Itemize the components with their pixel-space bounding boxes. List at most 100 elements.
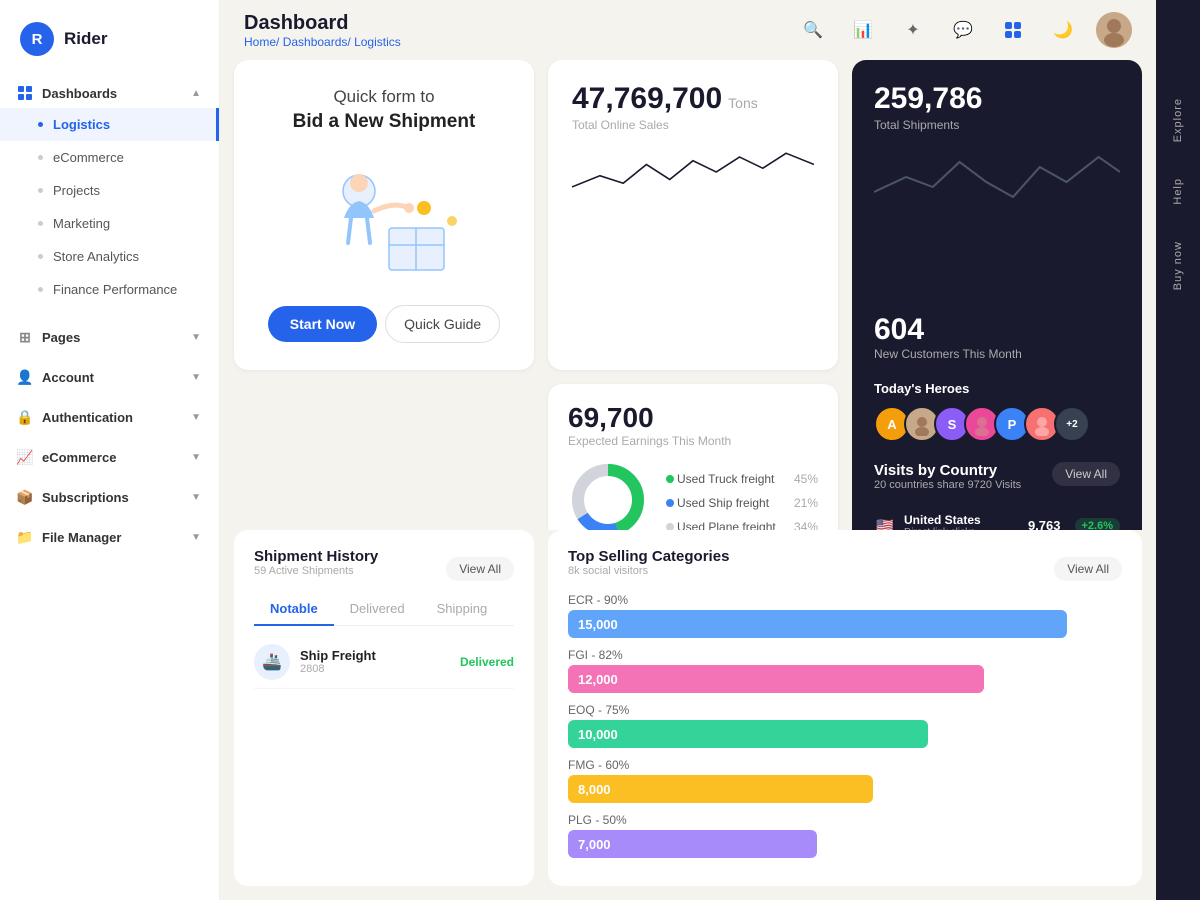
bar-label: FGI - 82% bbox=[568, 648, 1122, 662]
total-sales-label: Total Online Sales bbox=[572, 118, 814, 132]
avatar[interactable] bbox=[1096, 12, 1132, 48]
total-sales-card: 47,769,700 Tons Total Online Sales bbox=[548, 60, 838, 370]
sidebar-item-store-analytics[interactable]: Store Analytics bbox=[0, 240, 219, 273]
bar-track: 12,000 bbox=[568, 665, 984, 693]
chevron-down-icon4: ▼ bbox=[191, 452, 201, 463]
sidebar-item-logistics[interactable]: Logistics bbox=[0, 108, 219, 141]
side-panel: Explore Help Buy now bbox=[1156, 0, 1200, 900]
search-icon[interactable]: 🔍 bbox=[796, 13, 830, 47]
dashboards-category[interactable]: Dashboards ▲ bbox=[0, 74, 219, 108]
visits-header: Visits by Country 20 countries share 972… bbox=[874, 462, 1120, 503]
donut-chart bbox=[568, 460, 648, 530]
quick-form-title: Quick form to bbox=[333, 87, 434, 107]
ecom-category[interactable]: 📈 eCommerce ▼ bbox=[0, 438, 219, 472]
country-info: United States Direct link clicks bbox=[904, 513, 1020, 530]
logo-icon: R bbox=[20, 22, 54, 56]
side-panel-explore[interactable]: Explore bbox=[1156, 80, 1200, 160]
plane-label: Used Plane freight bbox=[677, 520, 776, 531]
country-change: +2.6% bbox=[1075, 518, 1121, 531]
sidebar-item-marketing[interactable]: Marketing bbox=[0, 207, 219, 240]
breadcrumb-current: Logistics bbox=[354, 35, 401, 49]
sidebar-item-projects[interactable]: Projects bbox=[0, 174, 219, 207]
ecom-section: 📈 eCommerce ▼ bbox=[0, 438, 219, 478]
tab-shipping[interactable]: Shipping bbox=[421, 593, 504, 626]
help-label: Help bbox=[1172, 178, 1184, 205]
sidebar: R Rider Dashboards ▲ Logistics eCommerce… bbox=[0, 0, 220, 900]
sidebar-item-finance[interactable]: Finance Performance bbox=[0, 273, 219, 306]
earnings-number: 69,700 bbox=[568, 402, 818, 434]
freight-section: Used Truck freight 45% Used Ship freight… bbox=[568, 460, 818, 530]
shipment-view-all[interactable]: View All bbox=[446, 557, 514, 581]
pages-label: Pages bbox=[42, 330, 80, 345]
auth-label: Authentication bbox=[42, 410, 133, 425]
selling-view-all[interactable]: View All bbox=[1054, 557, 1122, 581]
explore-label: Explore bbox=[1172, 98, 1184, 142]
sidebar-item-label: Marketing bbox=[53, 216, 110, 231]
bar-track: 15,000 bbox=[568, 610, 1067, 638]
bar-item: EOQ - 75% 10,000 bbox=[568, 703, 1122, 748]
pages-category[interactable]: ⊞ Pages ▼ bbox=[0, 318, 219, 352]
start-now-button[interactable]: Start Now bbox=[268, 306, 377, 342]
chart-icon[interactable]: 📊 bbox=[846, 13, 880, 47]
earnings-card: 69,700 Expected Earnings This Month Used bbox=[548, 384, 838, 530]
files-icon: 📁 bbox=[16, 528, 34, 546]
files-label: File Manager bbox=[42, 530, 121, 545]
sidebar-item-label: Finance Performance bbox=[53, 282, 177, 297]
auth-section: 🔒 Authentication ▼ bbox=[0, 398, 219, 438]
auth-category[interactable]: 🔒 Authentication ▼ bbox=[0, 398, 219, 432]
ship-status: Delivered bbox=[460, 655, 514, 669]
selling-header: Top Selling Categories 8k social visitor… bbox=[568, 548, 1122, 589]
buynow-label: Buy now bbox=[1172, 241, 1184, 290]
country-num: 9,763 bbox=[1028, 518, 1061, 530]
bar-item: PLG - 50% 7,000 bbox=[568, 813, 1122, 858]
visits-title: Visits by Country bbox=[874, 462, 1021, 479]
selling-subtitle: 8k social visitors bbox=[568, 565, 729, 577]
bars-list: ECR - 90% 15,000 FGI - 82% 12,000 EOQ - … bbox=[568, 593, 1122, 858]
dashboards-icon bbox=[16, 84, 34, 102]
settings-icon[interactable]: ✦ bbox=[896, 13, 930, 47]
bar-label: PLG - 50% bbox=[568, 813, 1122, 827]
bar-label: ECR - 90% bbox=[568, 593, 1122, 607]
chevron-down-icon2: ▼ bbox=[191, 372, 201, 383]
bar-item: FGI - 82% 12,000 bbox=[568, 648, 1122, 693]
quick-guide-button[interactable]: Quick Guide bbox=[385, 305, 500, 343]
logo-text: Rider bbox=[64, 29, 107, 49]
subs-label: Subscriptions bbox=[42, 490, 129, 505]
files-category[interactable]: 📁 File Manager ▼ bbox=[0, 518, 219, 552]
dashboards-section: Dashboards ▲ Logistics eCommerce Project… bbox=[0, 74, 219, 312]
bar-track: 10,000 bbox=[568, 720, 928, 748]
ship-info: Ship Freight 2808 bbox=[300, 648, 450, 675]
visits-view-all[interactable]: View All bbox=[1052, 462, 1120, 486]
ecom-icon: 📈 bbox=[16, 448, 34, 466]
heroes-avatars: A S P +2 bbox=[874, 406, 1120, 442]
country-row: 🇺🇸 United States Direct link clicks 9,76… bbox=[874, 507, 1120, 530]
quick-form-illustration bbox=[304, 153, 464, 283]
page-title: Dashboard bbox=[244, 12, 401, 35]
side-panel-buynow[interactable]: Buy now bbox=[1156, 223, 1200, 308]
avatar-more: +2 bbox=[1054, 406, 1090, 442]
total-sales-unit: Tons bbox=[728, 95, 758, 111]
quick-form-subtitle: Bid a New Shipment bbox=[293, 111, 476, 133]
grid-toggle[interactable] bbox=[996, 13, 1030, 47]
bar-track: 7,000 bbox=[568, 830, 817, 858]
bar-track: 8,000 bbox=[568, 775, 873, 803]
country-name: United States bbox=[904, 513, 1020, 527]
tab-delivered[interactable]: Delivered bbox=[334, 593, 421, 626]
sidebar-item-label: Store Analytics bbox=[53, 249, 139, 264]
pages-section: ⊞ Pages ▼ bbox=[0, 318, 219, 358]
ship-pct: 21% bbox=[794, 496, 818, 510]
topbar-right: 🔍 📊 ✦ 💬 🌙 bbox=[796, 12, 1132, 48]
tab-notable[interactable]: Notable bbox=[254, 593, 334, 626]
subs-category[interactable]: 📦 Subscriptions ▼ bbox=[0, 478, 219, 512]
bottom-row: Shipment History 59 Active Shipments Vie… bbox=[220, 530, 1156, 900]
shipment-subtitle: 59 Active Shipments bbox=[254, 565, 378, 577]
theme-toggle[interactable]: 🌙 bbox=[1046, 13, 1080, 47]
sidebar-item-ecommerce[interactable]: eCommerce bbox=[0, 141, 219, 174]
shipment-history-card: Shipment History 59 Active Shipments Vie… bbox=[234, 530, 534, 886]
account-category[interactable]: 👤 Account ▼ bbox=[0, 358, 219, 392]
side-panel-help[interactable]: Help bbox=[1156, 160, 1200, 223]
chevron-down-icon6: ▼ bbox=[191, 532, 201, 543]
messages-icon[interactable]: 💬 bbox=[946, 13, 980, 47]
dark-right-card: 259,786 Total Shipments 604 New Customer… bbox=[852, 60, 1142, 530]
breadcrumb: Home/ Dashboards/ Logistics bbox=[244, 35, 401, 49]
